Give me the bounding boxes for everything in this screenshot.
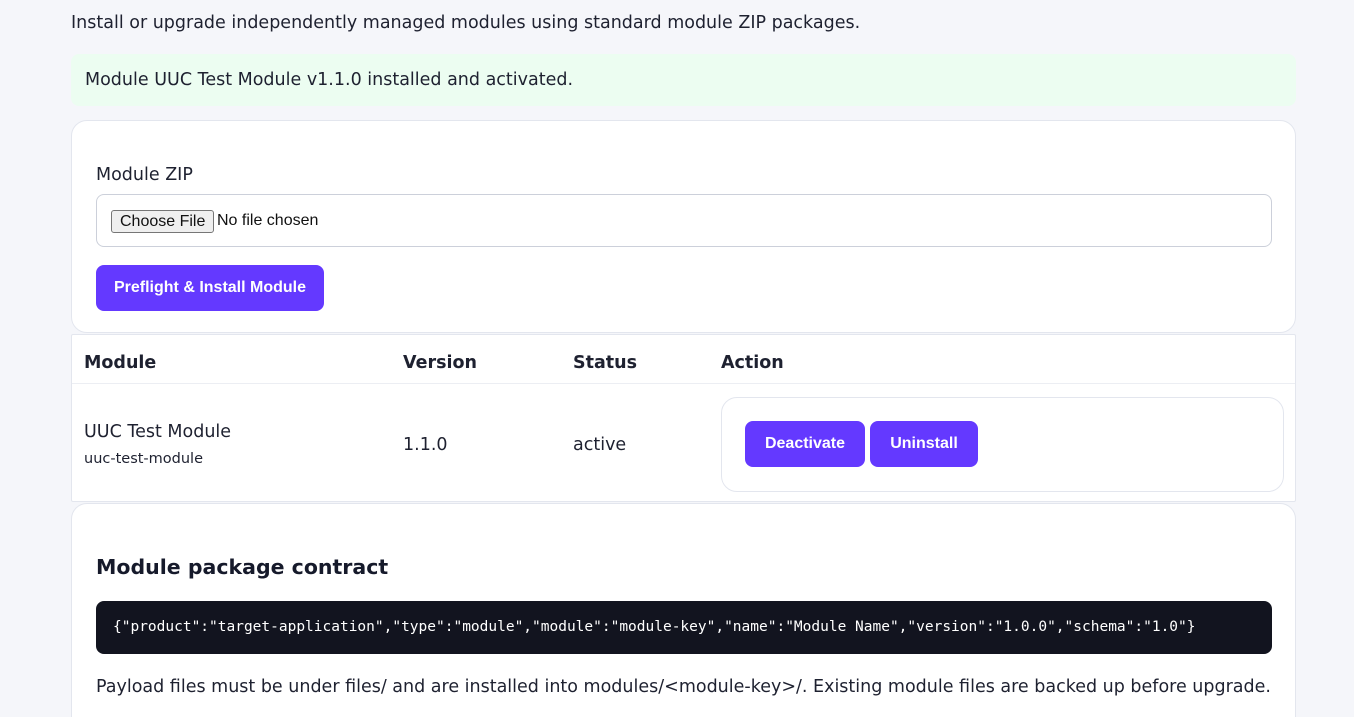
success-notice: Module UUC Test Module v1.1.0 installed … [71, 54, 1296, 106]
column-header-status: Status [573, 353, 638, 373]
page-description: Install or upgrade independently managed… [71, 13, 861, 33]
module-status: active [573, 435, 627, 455]
module-name: UUC Test Module [84, 422, 232, 442]
column-header-module: Module [84, 353, 157, 373]
package-contract-card: Module package contract {"product":"targ… [71, 503, 1296, 717]
modules-table: Module Version Status Action UUC Test Mo… [71, 334, 1296, 502]
upload-card: Module ZIP Choose File No file chosen Pr… [71, 120, 1296, 333]
choose-file-button[interactable]: Choose File [111, 210, 215, 233]
module-key: uuc-test-module [84, 451, 204, 467]
file-status-text: No file chosen [217, 212, 319, 229]
module-actions: Deactivate Uninstall [721, 397, 1284, 492]
table-header-divider [72, 383, 1295, 384]
manifest-code-block: {"product":"target-application","type":"… [96, 601, 1272, 654]
deactivate-button[interactable]: Deactivate [745, 421, 865, 467]
column-header-action: Action [721, 353, 784, 373]
module-zip-file-input[interactable]: Choose File No file chosen [96, 194, 1272, 247]
contract-heading: Module package contract [96, 555, 389, 579]
module-zip-label: Module ZIP [96, 165, 193, 185]
module-version: 1.1.0 [403, 435, 448, 455]
preflight-install-button[interactable]: Preflight & Install Module [96, 265, 324, 311]
contract-note: Payload files must be under files/ and a… [96, 677, 1271, 697]
uninstall-button[interactable]: Uninstall [870, 421, 978, 467]
column-header-version: Version [403, 353, 477, 373]
module-manager-page: Install or upgrade independently managed… [0, 0, 1354, 717]
